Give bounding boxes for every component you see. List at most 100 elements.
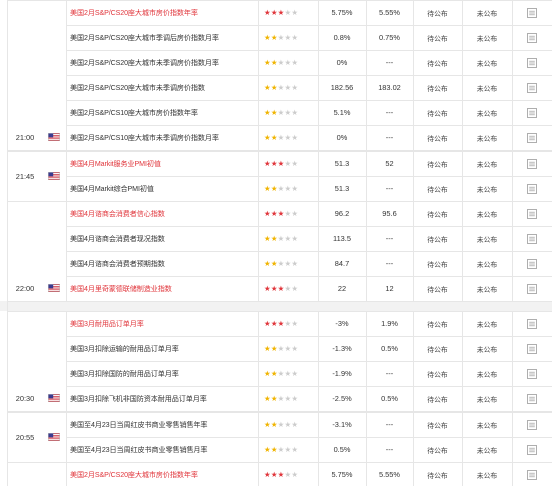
previous-value: 51.3: [334, 184, 350, 193]
star-icon: ★: [270, 33, 278, 42]
actual-value: 待公布: [427, 447, 448, 455]
event-name[interactable]: 美国3月扣除飞机非国防资本耐用品订单月率: [66, 386, 258, 411]
us-flag-icon: [48, 284, 60, 292]
column-divider: [512, 50, 513, 75]
column-divider: [512, 336, 513, 361]
detail-button[interactable]: [512, 462, 552, 486]
event-name[interactable]: 美国2月S&P/CS10座大城市未季调房价指数月率: [66, 125, 258, 150]
detail-button[interactable]: [512, 201, 552, 226]
column-divider: [462, 462, 463, 486]
event-name[interactable]: 美国至4月23日当周红皮书商业零售销售年率: [66, 412, 258, 437]
forecast-value: 0.5%: [381, 344, 398, 353]
importance-stars: ★ ★ ★ ★ ★: [258, 201, 318, 226]
event-name[interactable]: 美国4月谘商会消费者信心指数: [66, 201, 258, 226]
column-divider: [512, 100, 513, 125]
previous-value: 0.8%: [333, 33, 351, 42]
event-name[interactable]: 美国2月S&P/CS20座大城市未季调房价指数月率: [66, 50, 258, 75]
column-divider: [366, 50, 367, 75]
previous-value: 5.75%: [331, 470, 353, 479]
star-icon: ★: [291, 133, 299, 142]
event-name[interactable]: 美国2月S&P/CS20座大城市未季调房价指数: [66, 75, 258, 100]
column-divider: [258, 251, 259, 276]
column-divider: [462, 412, 463, 437]
event-name[interactable]: 美国至4月23日当周红皮书商业零售销售月率: [66, 437, 258, 462]
forecast-value: ---: [385, 184, 394, 193]
detail-button[interactable]: [512, 151, 552, 176]
actual-value: 待公布: [427, 472, 448, 480]
column-divider: [258, 462, 259, 486]
star-icon: ★: [277, 445, 285, 454]
detail-button[interactable]: [512, 437, 552, 462]
forecast-value: 5.55%: [379, 8, 400, 17]
importance-stars: ★ ★ ★ ★ ★: [258, 462, 318, 486]
column-divider: [258, 311, 259, 336]
previous-value: -2.5%: [332, 394, 352, 403]
column-divider: [318, 25, 319, 50]
document-icon: [527, 57, 537, 68]
row-divider: [66, 361, 552, 362]
event-name[interactable]: 美国4月Markit服务业PMI初值: [66, 151, 258, 176]
event-name[interactable]: 美国4月Markit综合PMI初值: [66, 176, 258, 201]
detail-button[interactable]: [512, 276, 552, 301]
importance-stars: ★ ★ ★ ★ ★: [258, 276, 318, 301]
star-icon: ★: [264, 133, 271, 142]
event-time: 22:00: [15, 284, 35, 293]
impact-status: 未公布: [476, 211, 498, 219]
event-name[interactable]: 美国3月扣除国防的耐用品订单月率: [66, 361, 258, 386]
column-divider: [512, 276, 513, 301]
detail-button[interactable]: [512, 100, 552, 125]
event-name[interactable]: 美国2月S&P/CS20座大城市房价指数年率: [66, 462, 258, 486]
detail-button[interactable]: [512, 176, 552, 201]
star-icon: ★: [264, 184, 271, 193]
detail-button[interactable]: [512, 50, 552, 75]
impact-status: 未公布: [476, 135, 498, 143]
row-divider: [66, 75, 552, 76]
star-icon: ★: [291, 108, 299, 117]
star-icon: ★: [270, 420, 278, 429]
forecast-value: 5.55%: [379, 470, 400, 479]
us-flag-icon: [48, 433, 60, 441]
event-time: 21:00: [15, 133, 35, 142]
detail-button[interactable]: [512, 75, 552, 100]
detail-button[interactable]: [512, 125, 552, 150]
event-name[interactable]: 美国4月谘商会消费者预期指数: [66, 251, 258, 276]
column-divider: [258, 412, 259, 437]
detail-button[interactable]: [512, 226, 552, 251]
document-icon: [527, 444, 537, 455]
event-name[interactable]: 美国2月S&P/CS20座大城市季调后房价指数月率: [66, 25, 258, 50]
actual-value: 待公布: [427, 286, 448, 294]
detail-button[interactable]: [512, 386, 552, 411]
event-name[interactable]: 美国4月谘商会消费者现况指数: [66, 226, 258, 251]
actual-value: 待公布: [427, 135, 448, 143]
event-time: 21:45: [15, 171, 35, 181]
forecast-value: 183.02: [378, 83, 401, 92]
actual-value: 待公布: [427, 35, 448, 43]
detail-button[interactable]: [512, 0, 552, 25]
column-divider: [318, 226, 319, 251]
us-flag-icon: [48, 394, 60, 402]
star-icon: ★: [291, 58, 299, 67]
star-icon: ★: [264, 470, 271, 479]
actual-value: 待公布: [427, 371, 448, 379]
document-icon: [527, 132, 537, 143]
event-name[interactable]: 美国2月S&P/CS20座大城市房价指数年率: [66, 0, 258, 25]
detail-button[interactable]: [512, 336, 552, 361]
detail-button[interactable]: [512, 412, 552, 437]
column-divider: [512, 226, 513, 251]
detail-button[interactable]: [512, 311, 552, 336]
event-name[interactable]: 美国3月耐用品订单月率: [66, 311, 258, 336]
detail-button[interactable]: [512, 25, 552, 50]
star-icon: ★: [264, 259, 271, 268]
column-divider: [413, 412, 414, 437]
star-icon: ★: [291, 369, 299, 378]
star-icon: ★: [264, 33, 271, 42]
event-name[interactable]: 美国4月里奇蒙德联储制造业指数: [66, 276, 258, 301]
column-divider: [318, 462, 319, 486]
star-icon: ★: [264, 108, 271, 117]
star-icon: ★: [277, 284, 285, 293]
previous-value: 5.75%: [331, 8, 353, 17]
detail-button[interactable]: [512, 251, 552, 276]
detail-button[interactable]: [512, 361, 552, 386]
event-name[interactable]: 美国2月S&P/CS10座大城市房价指数年率: [66, 100, 258, 125]
event-name[interactable]: 美国3月扣除运输的耐用品订单月率: [66, 336, 258, 361]
